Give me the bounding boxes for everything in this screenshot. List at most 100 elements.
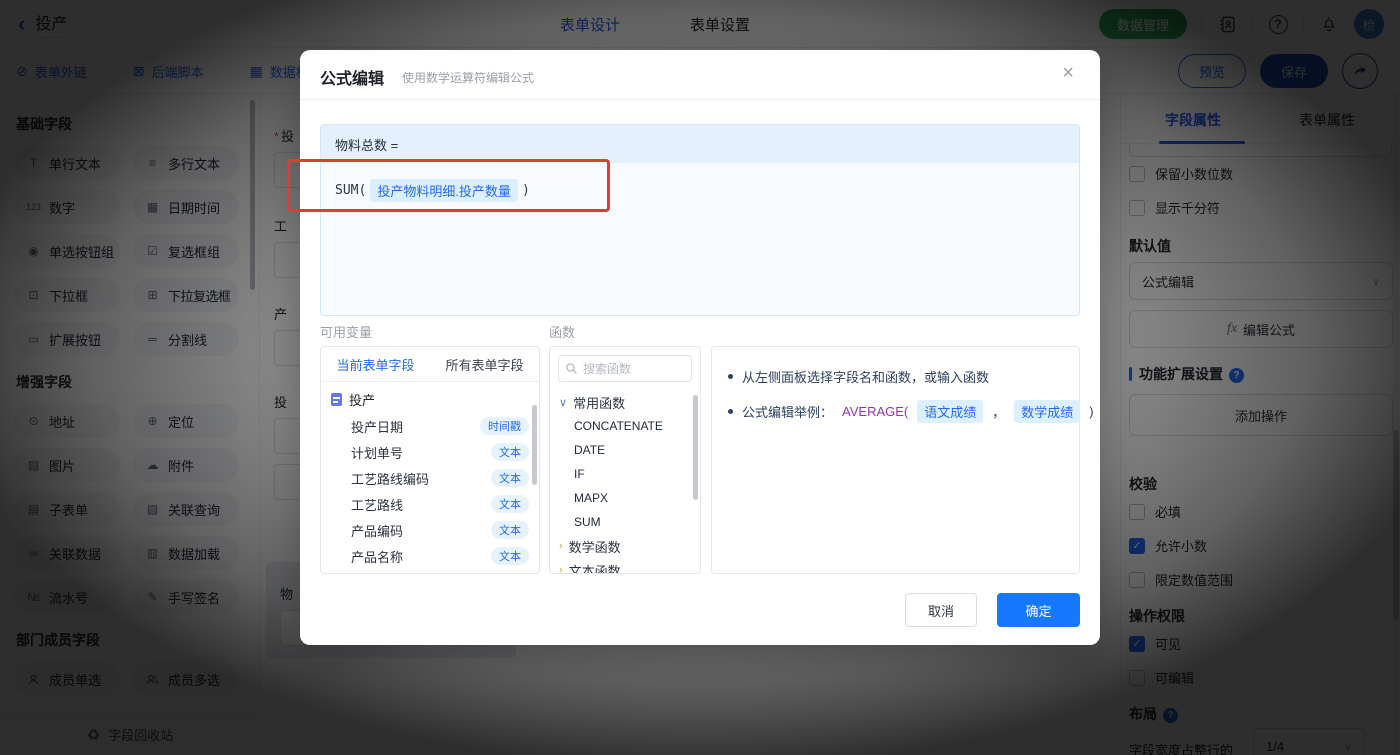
function-group-common[interactable]: ∨ 常用函数 bbox=[550, 390, 700, 414]
validation-title: 校验 bbox=[1129, 476, 1157, 492]
field-lookup[interactable]: ▧ 关联查询 bbox=[133, 492, 239, 526]
variable-row[interactable]: 投产日期 时间戳 bbox=[321, 413, 539, 439]
field-member-single[interactable]: 成员单选 bbox=[14, 662, 120, 696]
form-title[interactable]: 投产 bbox=[35, 10, 68, 38]
save-button[interactable]: 保存 bbox=[1260, 54, 1328, 88]
help-badge-icon[interactable]: ? bbox=[1229, 368, 1244, 383]
help-badge-icon[interactable]: ? bbox=[1163, 708, 1178, 723]
variable-row[interactable]: 工艺路线编码 文本 bbox=[321, 465, 539, 491]
edit-formula-button[interactable]: fx 编辑公式 bbox=[1129, 310, 1393, 348]
field-image[interactable]: ▨ 图片 bbox=[14, 448, 120, 482]
external-link-button[interactable]: ⊘ 表单外链 bbox=[16, 62, 87, 81]
panel-scrollbar-thumb[interactable] bbox=[1393, 430, 1399, 620]
checkbox-unchecked[interactable] bbox=[1129, 199, 1145, 216]
tab-form-properties[interactable]: 表单属性 bbox=[1299, 110, 1355, 130]
function-item[interactable]: IF bbox=[550, 462, 700, 486]
add-action-button[interactable]: 添加操作 bbox=[1129, 394, 1393, 436]
preview-button[interactable]: 预览 bbox=[1178, 54, 1246, 88]
allow-decimal-checkbox[interactable]: ✓ 允许小数 bbox=[1129, 536, 1207, 555]
cancel-button[interactable]: 取消 bbox=[905, 593, 977, 627]
canvas-field-label: 产 bbox=[274, 307, 288, 322]
tab-current-form-fields[interactable]: 当前表单字段 bbox=[321, 347, 430, 381]
notification-bell-icon[interactable] bbox=[1318, 13, 1340, 35]
tab-form-design[interactable]: 表单设计 bbox=[560, 14, 620, 35]
field-member-multi[interactable]: 成员多选 bbox=[133, 662, 239, 696]
back-icon[interactable]: ‹ bbox=[18, 13, 25, 35]
field-geolocation[interactable]: ⊕ 定位 bbox=[133, 404, 239, 438]
function-item[interactable]: MAPX bbox=[550, 486, 700, 510]
field-recycle-bin[interactable]: ♻ 字段回收站 bbox=[0, 713, 259, 755]
subform-icon: ▤ bbox=[27, 502, 40, 516]
backend-script-button[interactable]: ⊠ 后端脚本 bbox=[133, 62, 204, 81]
limit-range-checkbox[interactable]: 限定数值范围 bbox=[1129, 570, 1233, 589]
field-multi-line-text[interactable]: ≡ 多行文本 bbox=[133, 146, 239, 180]
share-button[interactable] bbox=[1342, 53, 1378, 89]
confirm-button[interactable]: 确定 bbox=[997, 593, 1080, 627]
properties-tabs: 字段属性 表单属性 bbox=[1121, 94, 1400, 144]
field-data-load[interactable]: ▥ 数据加载 bbox=[133, 536, 239, 570]
variable-row[interactable]: 产品名称 文本 bbox=[321, 543, 539, 569]
field-datetime[interactable]: ▦ 日期时间 bbox=[133, 190, 239, 224]
example-field-token: 数学成绩 bbox=[1014, 400, 1081, 423]
thousands-separator-checkbox[interactable]: 显示千分符 bbox=[1129, 198, 1220, 217]
variables-scrollbar[interactable] bbox=[532, 405, 537, 485]
visible-checkbox[interactable]: ✓ 可见 bbox=[1129, 634, 1181, 653]
checkbox-unchecked[interactable] bbox=[1129, 669, 1145, 686]
field-signature[interactable]: ✎ 手写签名 bbox=[133, 580, 239, 614]
field-select[interactable]: ⊡ 下拉框 bbox=[14, 278, 120, 312]
form-designer-page: ‹ 投产 表单设计 表单设置 数据管理 ? 检 ⊘ 表单外链 ⊠ 后端脚本 ▦ … bbox=[0, 0, 1400, 755]
function-group-math[interactable]: › 数学函数 bbox=[550, 534, 700, 558]
checkbox-unchecked[interactable] bbox=[1129, 503, 1145, 520]
functions-scrollbar[interactable] bbox=[693, 395, 698, 500]
checkbox-icon: ☑ bbox=[147, 244, 158, 258]
panel-scrollbar-track[interactable] bbox=[1393, 94, 1399, 755]
formula-editor-area[interactable]: 物料总数 = SUM( 投产物料明细.投产数量 ) bbox=[320, 124, 1080, 316]
close-icon[interactable]: × bbox=[1062, 63, 1074, 83]
variable-row[interactable]: 工艺路线 文本 bbox=[321, 491, 539, 517]
function-item[interactable]: SUM bbox=[550, 510, 700, 534]
field-serial-number[interactable]: № 流水号 bbox=[14, 580, 120, 614]
field-attachment[interactable]: ☁ 附件 bbox=[133, 448, 239, 482]
sidebar-scrollbar[interactable] bbox=[250, 100, 255, 290]
tab-all-form-fields[interactable]: 所有表单字段 bbox=[430, 347, 539, 381]
variable-row[interactable]: 产品编码 文本 bbox=[321, 517, 539, 543]
contact-book-icon[interactable] bbox=[1216, 13, 1238, 35]
field-subform[interactable]: ▤ 子表单 bbox=[14, 492, 120, 526]
chevron-down-icon: ∨ bbox=[1343, 740, 1352, 753]
function-item[interactable]: CONCATENATE bbox=[550, 414, 700, 438]
field-divider[interactable]: ═ 分割线 bbox=[133, 322, 239, 356]
field-linked-data[interactable]: ∞ 关联数据 bbox=[14, 536, 120, 570]
checkbox-unchecked[interactable] bbox=[1129, 571, 1145, 588]
type-badge: 文本 bbox=[491, 469, 529, 487]
default-value-select[interactable]: 公式编辑 ∨ bbox=[1129, 262, 1393, 300]
field-extend-button[interactable]: ▭ 扩展按钮 bbox=[14, 322, 120, 356]
checkbox-checked[interactable]: ✓ bbox=[1129, 537, 1145, 554]
data-manage-button[interactable]: 数据管理 bbox=[1098, 9, 1187, 39]
help-icon[interactable]: ? bbox=[1267, 13, 1289, 35]
field-width-select[interactable]: 1/4 ∨ bbox=[1253, 728, 1365, 755]
group-title-basic: 基础字段 bbox=[16, 116, 72, 132]
user-avatar[interactable]: 检 bbox=[1354, 9, 1384, 39]
field-checkbox-group[interactable]: ☑ 复选框组 bbox=[133, 234, 239, 268]
share-arrow-icon bbox=[1355, 66, 1366, 76]
tab-field-properties[interactable]: 字段属性 bbox=[1165, 110, 1221, 130]
field-address[interactable]: ⊙ 地址 bbox=[14, 404, 120, 438]
field-radio-group[interactable]: ◉ 单选按钮组 bbox=[14, 234, 120, 268]
field-multi-select[interactable]: ⊞ 下拉复选框 bbox=[133, 278, 239, 312]
checkbox-checked[interactable]: ✓ bbox=[1129, 635, 1145, 652]
function-search-input[interactable] bbox=[583, 361, 683, 376]
field-single-line-text[interactable]: T 单行文本 bbox=[14, 146, 120, 180]
formula-field-token[interactable]: 投产物料明细.投产数量 bbox=[370, 179, 518, 202]
required-checkbox[interactable]: 必填 bbox=[1129, 502, 1181, 521]
function-group-text[interactable]: › 文本函数 bbox=[550, 558, 700, 574]
keep-decimal-checkbox[interactable]: 保留小数位数 bbox=[1129, 164, 1233, 183]
function-item[interactable]: DATE bbox=[550, 438, 700, 462]
variable-row[interactable]: 计划单号 文本 bbox=[321, 439, 539, 465]
function-search[interactable] bbox=[558, 355, 692, 382]
field-number[interactable]: 123 数字 bbox=[14, 190, 120, 224]
variables-tree-root[interactable]: 投产 bbox=[321, 382, 539, 413]
editable-checkbox[interactable]: 可编辑 bbox=[1129, 668, 1194, 687]
formula-expression[interactable]: SUM( 投产物料明细.投产数量 ) bbox=[321, 163, 1079, 218]
tab-form-settings[interactable]: 表单设置 bbox=[690, 14, 750, 35]
checkbox-unchecked[interactable] bbox=[1129, 165, 1145, 182]
